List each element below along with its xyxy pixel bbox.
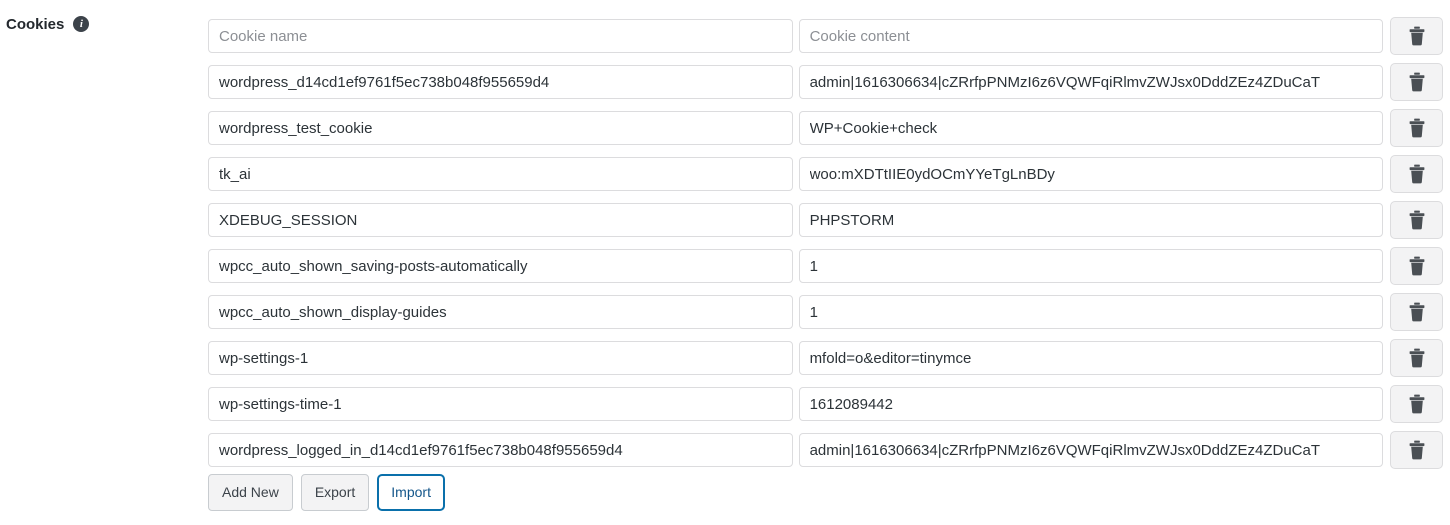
import-button[interactable]: Import	[377, 474, 445, 511]
table-row	[208, 289, 1443, 335]
table-row	[208, 151, 1443, 197]
cookie-content-input[interactable]	[798, 203, 1384, 237]
cookie-content-input[interactable]	[798, 157, 1384, 191]
cookie-name-input[interactable]	[208, 65, 793, 99]
cookie-content-input[interactable]	[798, 65, 1384, 99]
table-header-row	[208, 13, 1443, 59]
trash-icon	[1409, 210, 1424, 230]
trash-icon	[1409, 440, 1424, 460]
cookie-name-input[interactable]	[208, 433, 793, 467]
table-row	[208, 243, 1443, 289]
trash-icon	[1409, 348, 1424, 368]
trash-icon	[1409, 164, 1424, 184]
trash-icon	[1409, 26, 1424, 46]
cookie-content-placeholder-input[interactable]	[798, 19, 1384, 53]
delete-cookie-button[interactable]	[1390, 201, 1443, 239]
table-row	[208, 59, 1443, 105]
cookie-content-input[interactable]	[798, 295, 1384, 329]
trash-icon	[1409, 302, 1424, 322]
trash-icon	[1409, 118, 1424, 138]
cookie-name-input[interactable]	[208, 111, 793, 145]
table-row	[208, 197, 1443, 243]
cookie-name-input[interactable]	[208, 203, 793, 237]
cookie-name-input[interactable]	[208, 387, 793, 421]
cookie-content-input[interactable]	[798, 433, 1384, 467]
action-buttons: Add New Export Import	[208, 474, 445, 511]
add-new-button[interactable]: Add New	[208, 474, 293, 511]
info-icon[interactable]: i	[73, 15, 90, 32]
field-label-column: Cookies i	[0, 0, 208, 33]
cookie-name-input[interactable]	[208, 341, 793, 375]
cookie-rows-container	[208, 13, 1443, 473]
cookies-label-text: Cookies	[6, 16, 65, 33]
delete-cookie-button-header[interactable]	[1390, 17, 1443, 55]
table-row	[208, 105, 1443, 151]
trash-icon	[1409, 256, 1424, 276]
delete-cookie-button[interactable]	[1390, 431, 1443, 469]
delete-cookie-button[interactable]	[1390, 63, 1443, 101]
table-row	[208, 427, 1443, 473]
delete-cookie-button[interactable]	[1390, 247, 1443, 285]
cookies-settings-panel: Cookies i Cookie name Cookie content wor…	[0, 0, 1450, 525]
cookie-content-input[interactable]	[798, 111, 1384, 145]
cookie-name-input[interactable]	[208, 157, 793, 191]
table-row	[208, 381, 1443, 427]
cookies-field-label: Cookies i	[6, 15, 90, 33]
delete-cookie-button[interactable]	[1390, 155, 1443, 193]
table-row	[208, 335, 1443, 381]
cookie-content-input[interactable]	[798, 387, 1384, 421]
trash-icon	[1409, 394, 1424, 414]
delete-cookie-button[interactable]	[1390, 339, 1443, 377]
cookie-name-input[interactable]	[208, 295, 793, 329]
delete-cookie-button[interactable]	[1390, 109, 1443, 147]
delete-cookie-button[interactable]	[1390, 293, 1443, 331]
cookie-name-input[interactable]	[208, 249, 793, 283]
cookie-name-placeholder-input[interactable]	[208, 19, 793, 53]
delete-cookie-button[interactable]	[1390, 385, 1443, 423]
trash-icon	[1409, 72, 1424, 92]
export-button[interactable]: Export	[300, 474, 370, 511]
cookie-content-input[interactable]	[798, 249, 1384, 283]
cookie-content-input[interactable]	[798, 341, 1384, 375]
